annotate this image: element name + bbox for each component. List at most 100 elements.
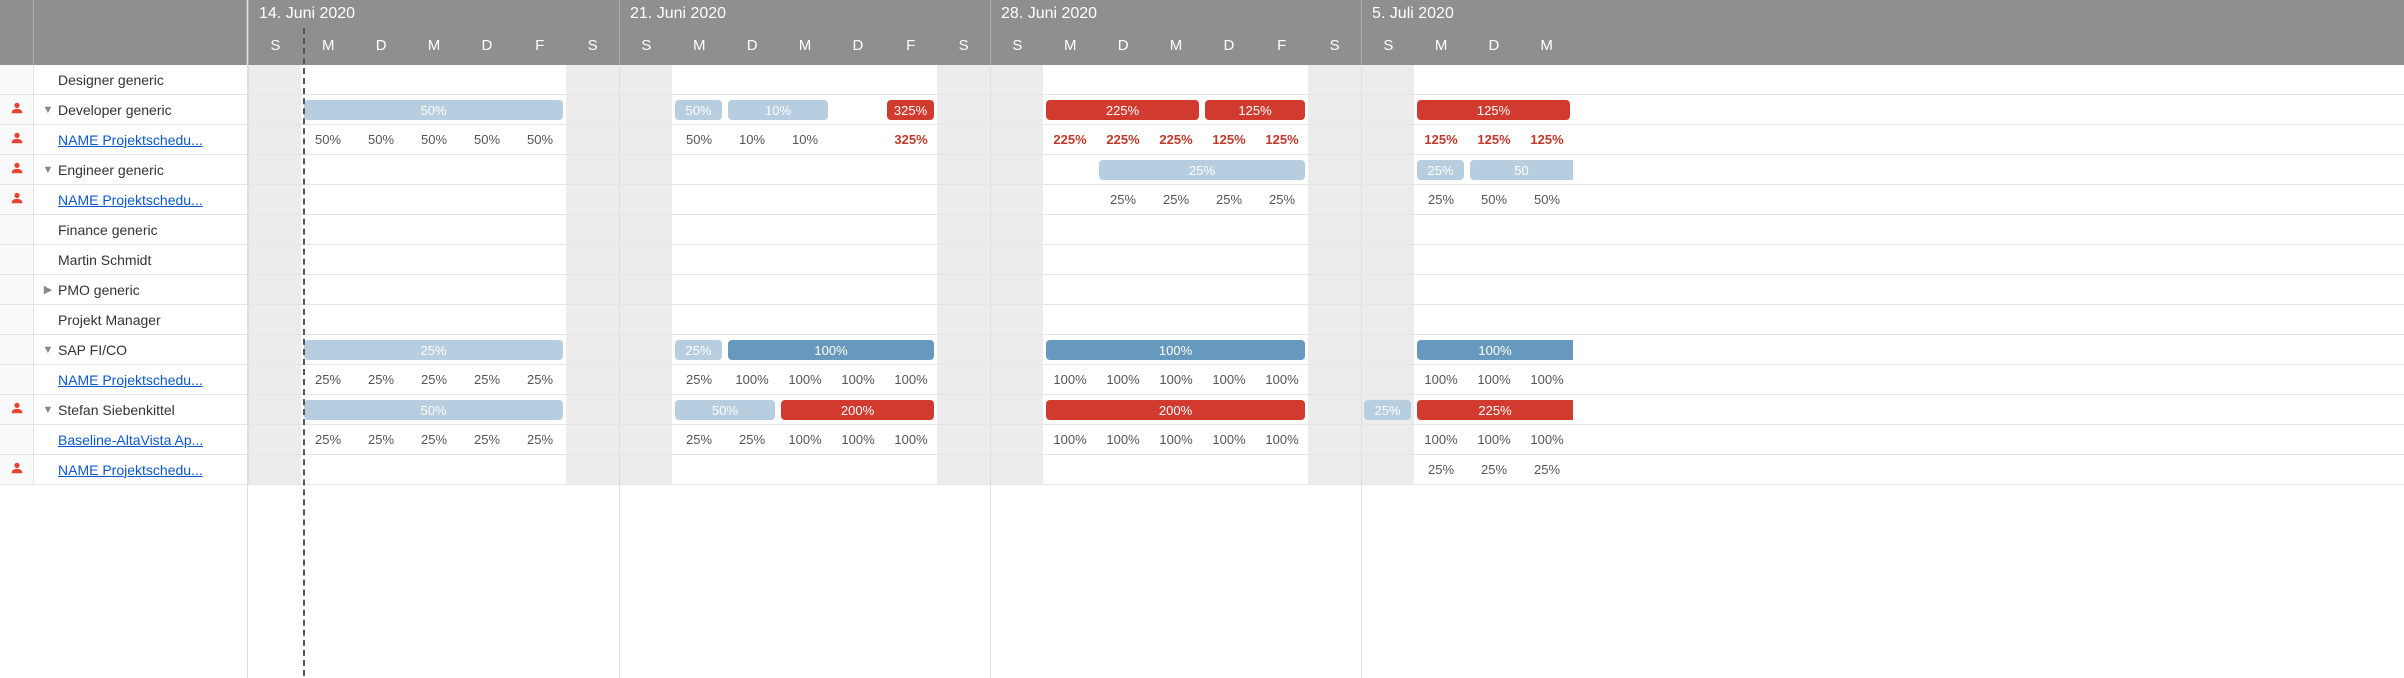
allocation-value: 25% (368, 372, 394, 387)
day-cell (1361, 215, 1414, 244)
resource-link[interactable]: NAME Projektschedu... (58, 462, 203, 478)
allocation-bar[interactable]: 100% (728, 340, 934, 360)
day-cell (1255, 65, 1308, 94)
day-cell (1361, 425, 1414, 454)
day-cell (725, 245, 778, 274)
day-cell (1202, 65, 1255, 94)
day-cell (566, 155, 619, 184)
resource-name-cell[interactable]: NAME Projektschedu... (34, 372, 247, 388)
collapse-icon[interactable]: ▼ (42, 104, 54, 116)
resource-name-cell[interactable]: NAME Projektschedu... (34, 132, 247, 148)
day-header-cell: D (460, 28, 513, 65)
allocation-value: 25% (527, 432, 553, 447)
day-cell (1255, 275, 1308, 304)
collapse-icon[interactable]: ▼ (42, 344, 54, 356)
resource-name-cell[interactable]: ▼Engineer generic (34, 162, 247, 178)
day-cell (990, 395, 1043, 424)
status-icon-cell (0, 185, 34, 214)
allocation-value: 100% (1159, 372, 1192, 387)
allocation-bar-label: 50% (712, 403, 738, 418)
allocation-bar[interactable]: 25% (1364, 400, 1411, 420)
allocation-value: 125% (1530, 132, 1563, 147)
resource-name-cell[interactable]: Martin Schmidt (34, 252, 247, 268)
allocation-bar[interactable]: 200% (781, 400, 934, 420)
allocation-value: 25% (686, 372, 712, 387)
resource-name-cell[interactable]: ▼Stefan Siebenkittel (34, 402, 247, 418)
resource-row: Martin Schmidt (0, 245, 247, 275)
day-header-cell: M (1415, 28, 1468, 65)
day-cell (619, 95, 672, 124)
day-cell (1308, 365, 1361, 394)
resource-link[interactable]: Baseline-AltaVista Ap... (58, 432, 203, 448)
allocation-bar[interactable]: 50% (675, 100, 722, 120)
allocation-bar[interactable]: 25% (304, 340, 563, 360)
resource-link[interactable]: NAME Projektschedu... (58, 132, 203, 148)
allocation-value: 100% (1212, 372, 1245, 387)
timeline-row: 25% 25% 100% 100% 100% (248, 335, 2404, 365)
allocation-value: 25% (1163, 192, 1189, 207)
allocation-bar[interactable]: 50% (304, 100, 563, 120)
day-cell (1202, 305, 1255, 334)
resource-name-cell[interactable]: Baseline-AltaVista Ap... (34, 432, 247, 448)
allocation-value: 125% (1212, 132, 1245, 147)
day-cell (1361, 185, 1414, 214)
day-cell (884, 455, 937, 484)
resource-name-cell[interactable]: NAME Projektschedu... (34, 192, 247, 208)
allocation-bar[interactable]: 50 (1470, 160, 1573, 180)
day-cell (1520, 215, 1573, 244)
collapse-icon[interactable]: ▼ (42, 404, 54, 416)
day-cell (1361, 305, 1414, 334)
day-cell: 25% (1149, 185, 1202, 214)
day-header-cell: M (673, 28, 726, 65)
day-cell (619, 155, 672, 184)
allocation-bar[interactable]: 25% (1417, 160, 1464, 180)
day-cell (566, 65, 619, 94)
day-cell (407, 155, 460, 184)
resource-name-cell[interactable]: Designer generic (34, 72, 247, 88)
allocation-bar[interactable]: 125% (1205, 100, 1305, 120)
expand-icon[interactable]: ▶ (42, 284, 54, 296)
allocation-bar[interactable]: 325% (887, 100, 934, 120)
day-cell: 25% (1414, 455, 1467, 484)
allocation-bar[interactable]: 125% (1417, 100, 1570, 120)
allocation-bar[interactable]: 100% (1417, 340, 1573, 360)
resource-name-cell[interactable]: NAME Projektschedu... (34, 462, 247, 478)
day-header-cell: D (726, 28, 779, 65)
allocation-bar[interactable]: 200% (1046, 400, 1305, 420)
allocation-bar[interactable]: 100% (1046, 340, 1305, 360)
day-cell (301, 305, 354, 334)
allocation-bar[interactable]: 225% (1046, 100, 1199, 120)
day-cell: 50% (460, 125, 513, 154)
day-header-cell: F (1255, 28, 1308, 65)
allocation-bar[interactable]: 25% (675, 340, 722, 360)
allocation-bar[interactable]: 50% (675, 400, 775, 420)
resource-name-cell[interactable]: ▼ SAP FI/CO (34, 342, 247, 358)
resource-name-cell[interactable]: ▼Developer generic (34, 102, 247, 118)
resource-link[interactable]: NAME Projektschedu... (58, 192, 203, 208)
resource-name-cell[interactable]: ▶PMO generic (34, 282, 247, 298)
day-cell (513, 275, 566, 304)
resource-name-cell[interactable]: Projekt Manager (34, 312, 247, 328)
allocation-bar[interactable]: 25% (1099, 160, 1305, 180)
resource-link[interactable]: NAME Projektschedu... (58, 372, 203, 388)
status-icon-cell (0, 425, 34, 454)
day-cell: 25% (354, 365, 407, 394)
resource-label: SAP FI/CO (58, 342, 127, 358)
day-cell (513, 245, 566, 274)
day-cell (1043, 185, 1096, 214)
allocation-value: 25% (527, 372, 553, 387)
allocation-bar[interactable]: 225% (1417, 400, 1573, 420)
day-cell: 25% (1202, 185, 1255, 214)
day-cell: 25% (1467, 455, 1520, 484)
allocation-bar[interactable]: 50% (304, 400, 563, 420)
day-cell (831, 245, 884, 274)
resource-name-cell[interactable]: Finance generic (34, 222, 247, 238)
day-cell (1361, 245, 1414, 274)
day-cell (778, 155, 831, 184)
allocation-value: 125% (1424, 132, 1457, 147)
day-cell (725, 215, 778, 244)
allocation-bar[interactable]: 10% (728, 100, 828, 120)
collapse-icon[interactable]: ▼ (42, 164, 54, 176)
day-cell (778, 65, 831, 94)
allocation-bar-label: 125% (1477, 103, 1510, 118)
